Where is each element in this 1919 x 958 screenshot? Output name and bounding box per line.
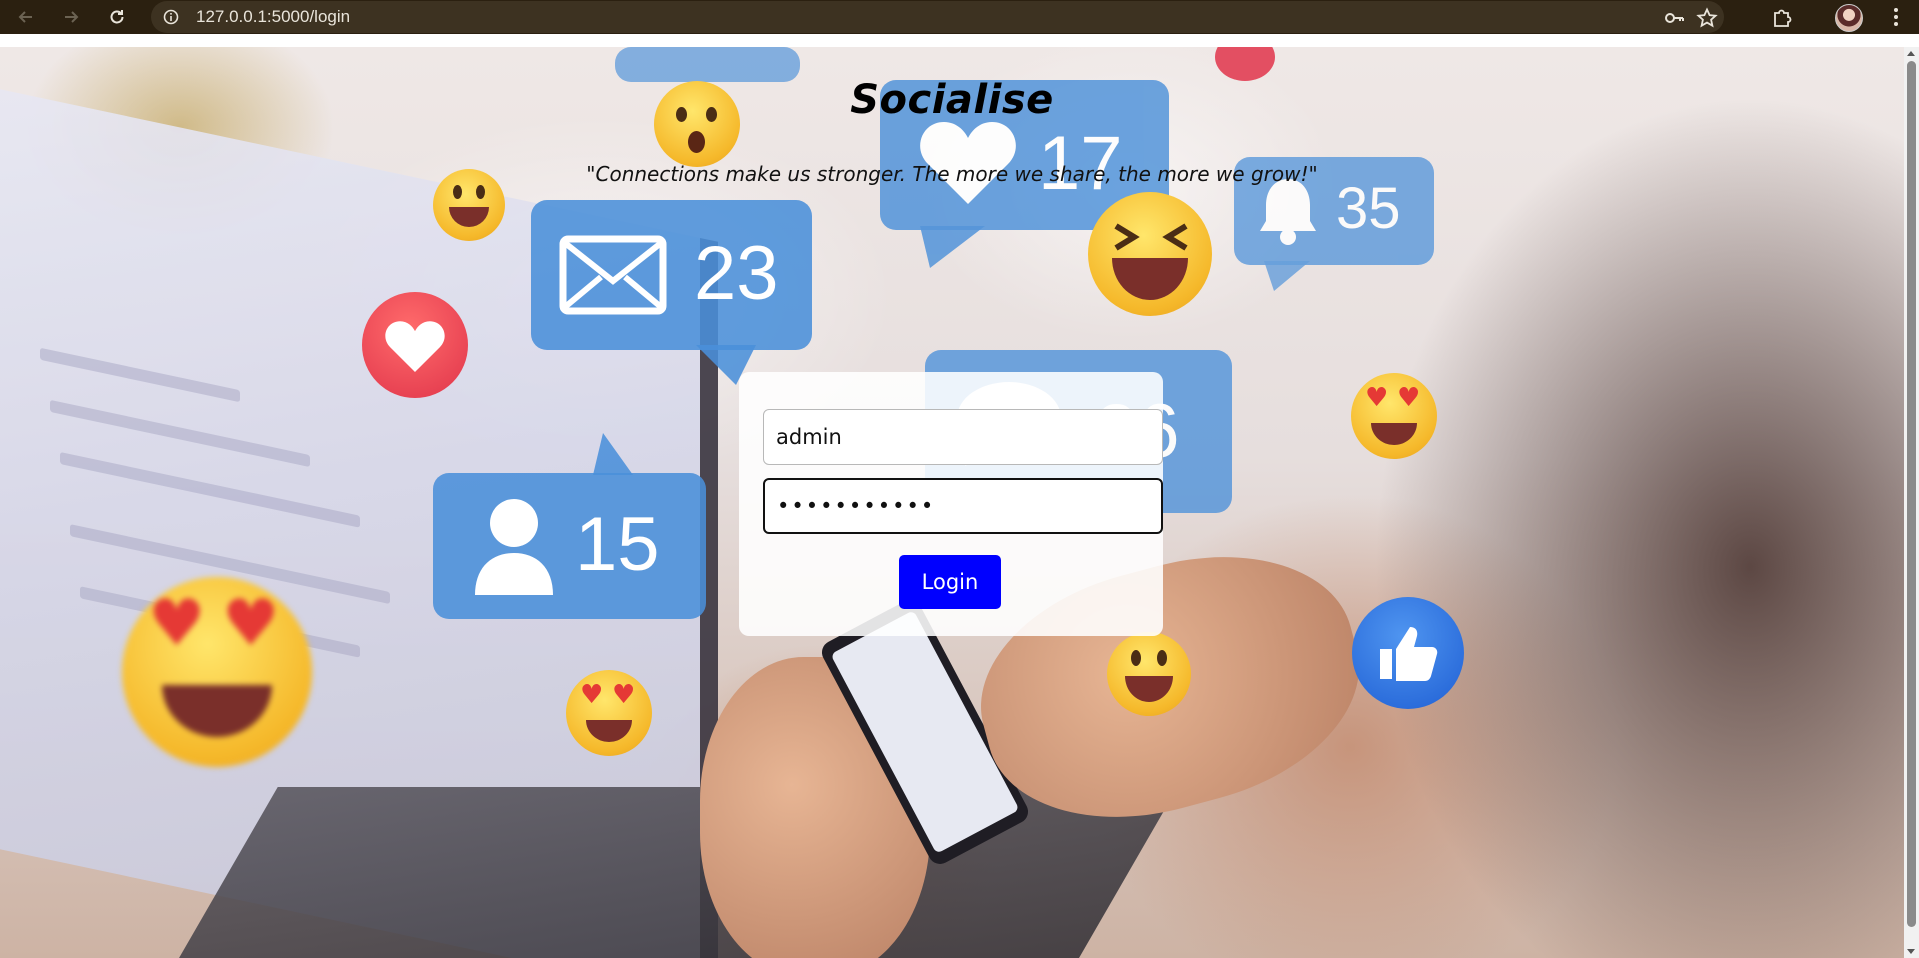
laughing-emoji-icon: [1088, 192, 1212, 316]
heart-eyes-emoji-icon: ♥ ♥: [122, 577, 312, 767]
forward-button[interactable]: [59, 5, 83, 29]
scroll-up-arrow-icon[interactable]: [1907, 51, 1915, 56]
thumbs-up-icon: [1380, 627, 1438, 681]
login-form: Login: [739, 372, 1163, 636]
envelope-bubble: 23: [531, 200, 812, 385]
heart-circle-decoration: [362, 292, 468, 398]
heart-icon: [385, 321, 445, 373]
scrollbar-thumb[interactable]: [1907, 61, 1916, 927]
thumbs-up-circle-decoration: [1352, 597, 1464, 709]
address-bar[interactable]: 127.0.0.1:5000/login: [151, 1, 1724, 33]
arrow-right-icon: [65, 11, 79, 23]
reload-button[interactable]: [105, 5, 129, 29]
star-icon[interactable]: [1696, 7, 1718, 29]
heart-eyes-emoji-icon: ♥ ♥: [566, 670, 652, 756]
puzzle-icon[interactable]: [1771, 6, 1793, 28]
user-count: 15: [575, 502, 660, 587]
grinning-emoji-icon: [1107, 632, 1191, 716]
envelope-icon: [559, 235, 667, 315]
login-button[interactable]: Login: [899, 555, 1001, 609]
browser-toolbar: 127.0.0.1:5000/login: [0, 0, 1919, 34]
username-input[interactable]: [763, 409, 1163, 465]
password-input[interactable]: [763, 478, 1163, 534]
login-page: 23 15 17 35 26 ♥: [0, 47, 1904, 958]
scroll-down-arrow-icon[interactable]: [1907, 949, 1915, 954]
tagline: "Connections make us stronger. The more …: [586, 162, 1318, 186]
info-icon[interactable]: [163, 9, 179, 25]
page-scrollbar[interactable]: [1904, 47, 1919, 958]
arrow-left-icon: [18, 11, 32, 23]
back-button[interactable]: [14, 5, 38, 29]
envelope-count: 23: [694, 231, 779, 316]
kebab-menu-icon[interactable]: [1885, 6, 1907, 28]
page-title: Socialise: [850, 77, 1054, 123]
user-bubble: 15: [433, 433, 706, 619]
heart-eyes-emoji-icon: ♥ ♥: [1351, 373, 1437, 459]
user-icon: [475, 499, 553, 595]
reload-icon: [110, 10, 124, 24]
heart-circle-decoration: [1215, 47, 1275, 81]
avatar[interactable]: [1835, 4, 1863, 32]
url-text[interactable]: 127.0.0.1:5000/login: [196, 7, 350, 27]
key-icon[interactable]: [1663, 7, 1685, 29]
